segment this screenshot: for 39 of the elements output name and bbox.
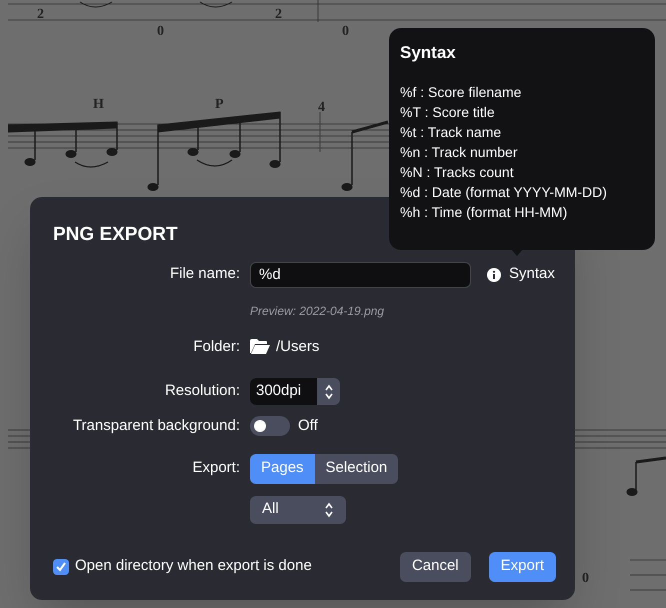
field-label: Resolution: <box>164 381 240 402</box>
syntax-link[interactable]: Syntax <box>509 263 555 286</box>
checkbox[interactable] <box>53 558 69 574</box>
score-mark: P <box>215 98 224 112</box>
cancel-button[interactable]: Cancel <box>400 552 471 582</box>
preview-text: Preview: 2022-04-19.png <box>250 302 386 320</box>
syntax-line: %t : Track name <box>400 122 502 142</box>
tab-staff-drawing <box>630 560 666 590</box>
score-mark: 4 <box>318 101 325 115</box>
score-mark: H <box>93 98 104 112</box>
tooltip-title: Syntax <box>400 42 457 64</box>
score-mark: 2 <box>275 8 282 22</box>
field-label: Transparent background: <box>72 416 240 436</box>
score-mark: 0 <box>582 572 589 586</box>
syntax-line: %h : Time (format HH-MM) <box>400 202 568 222</box>
field-label: Export: <box>191 458 240 478</box>
score-mark: 0 <box>342 25 349 39</box>
resolution-stepper[interactable]: 300dpi <box>250 378 340 405</box>
toggle-state: Off <box>298 416 318 436</box>
toggle-switch[interactable] <box>250 416 290 436</box>
syntax-line: %f : Score filename <box>400 82 522 102</box>
syntax-line: %T : Score title <box>400 102 496 122</box>
syntax-line: %d : Date (format YYYY-MM-DD) <box>400 182 608 202</box>
field-label: File name: <box>168 264 240 284</box>
info-icon <box>487 268 501 282</box>
field-label: Folder: <box>192 336 240 356</box>
stepper-arrows-icon <box>324 384 334 400</box>
checkbox-label[interactable]: Open directory when export is done <box>75 555 312 578</box>
dialog-title: PNG EXPORT <box>53 223 179 247</box>
syntax-line: %N : Tracks count <box>400 162 515 182</box>
file-name-field[interactable]: %d <box>250 262 471 288</box>
pages-dropdown[interactable]: All <box>250 496 346 524</box>
score-mark: 0 <box>157 25 164 39</box>
syntax-line: %n : Track number <box>400 142 518 162</box>
folder-path[interactable]: /Users <box>276 336 320 358</box>
chevron-updown-icon <box>324 502 334 518</box>
segment-tab[interactable]: Selection <box>314 454 398 484</box>
folder-icon <box>250 339 270 354</box>
score-mark: 2 <box>37 8 44 22</box>
